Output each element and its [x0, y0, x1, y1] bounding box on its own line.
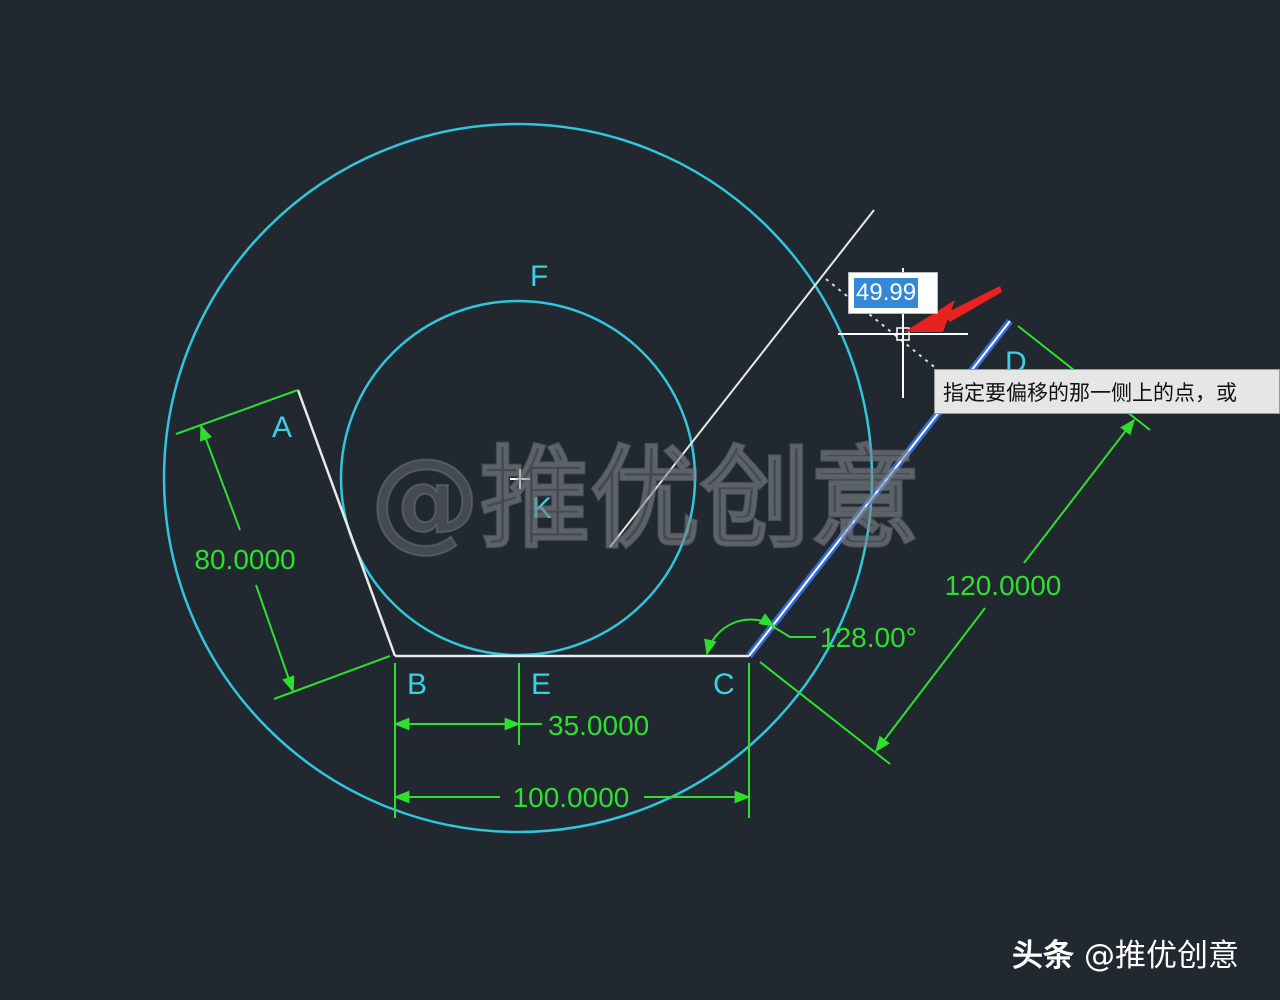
dynamic-input-field[interactable]: 49.99 — [848, 272, 938, 314]
cad-drawing-canvas[interactable]: 80.0000 35.0000 100.0000 120.0000 128.00… — [0, 0, 1280, 1000]
command-prompt-text: 指定要偏移的那一侧上的点，或 — [943, 380, 1237, 405]
brand-watermark: 头条 @推优创意 — [1012, 930, 1239, 974]
dim-angle-text[interactable]: 128.00° — [820, 622, 917, 653]
point-label-b: B — [407, 668, 427, 701]
point-label-c: C — [713, 668, 735, 701]
brand-name: @推优创意 — [1084, 937, 1239, 974]
dynamic-input-value[interactable]: 49.99 — [854, 278, 919, 308]
dim-angle-leader — [771, 625, 816, 638]
command-prompt-tooltip: 指定要偏移的那一侧上的点，或 — [934, 369, 1280, 414]
dim-cd-text[interactable]: 120.0000 — [945, 570, 1062, 601]
point-label-e: E — [531, 668, 551, 701]
dim-left-ext-bottom — [273, 655, 391, 700]
dim-cd-ext-bottom — [759, 661, 891, 765]
point-label-f: F — [530, 260, 548, 293]
watermark-overlay: @推优创意 — [370, 435, 920, 563]
brand-prefix: 头条 — [1012, 937, 1074, 974]
dim-left-arrow-bottom — [255, 584, 295, 693]
dim-cd-arrow-top — [1023, 418, 1135, 564]
dim-be-text[interactable]: 35.0000 — [548, 710, 649, 741]
dim-bc-text[interactable]: 100.0000 — [513, 782, 630, 813]
dim-left-text[interactable]: 80.0000 — [194, 544, 295, 575]
dim-left-arrow-top — [200, 424, 241, 531]
point-label-a: A — [272, 411, 292, 444]
